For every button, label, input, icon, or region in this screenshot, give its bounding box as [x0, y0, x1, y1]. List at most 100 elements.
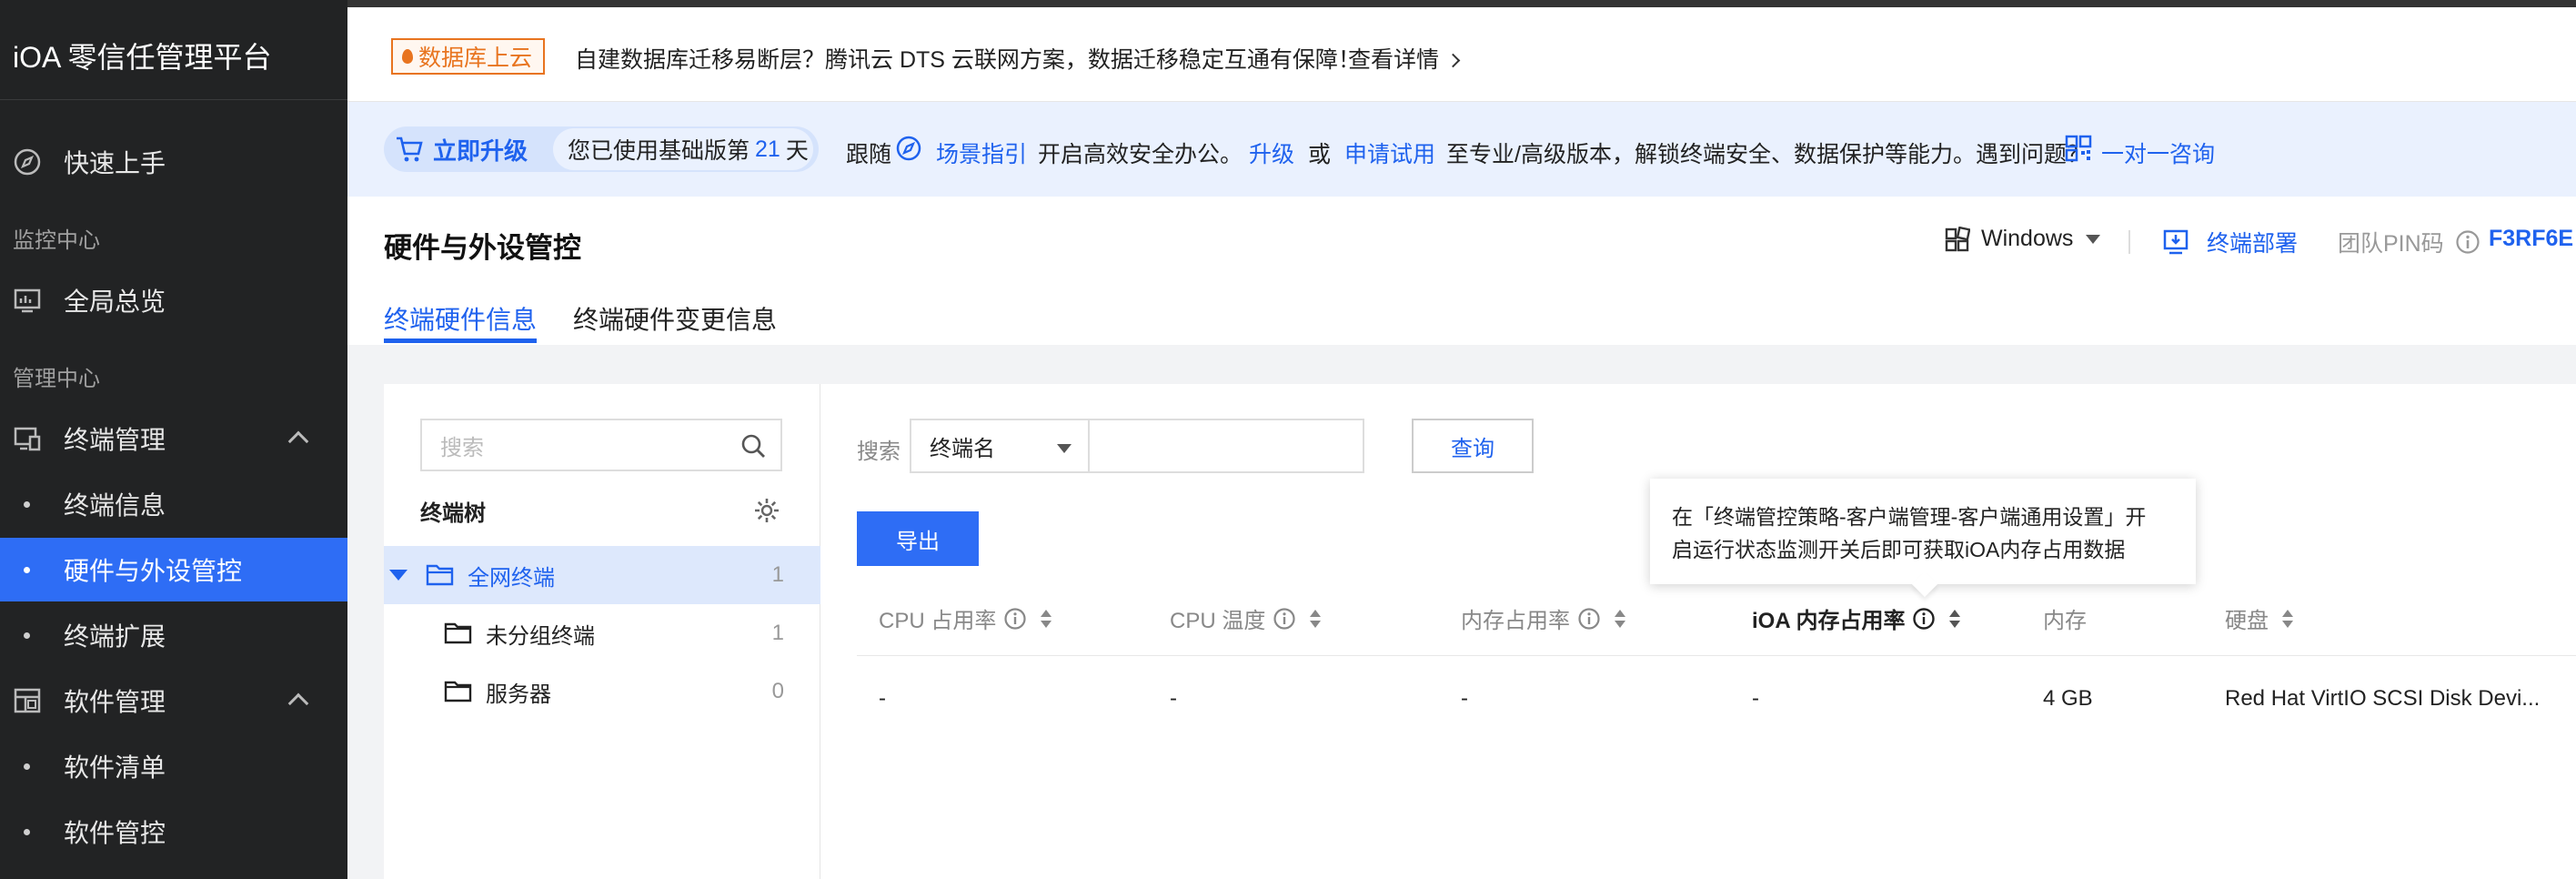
export-button[interactable]: 导出 — [857, 511, 979, 566]
chevron-right-icon — [1445, 53, 1461, 68]
col-header-label: CPU 温度 — [1170, 609, 1266, 633]
sidebar-item-software-mgmt[interactable]: 软件管理 — [0, 669, 347, 732]
sidebar-item-software-ctrl[interactable]: 软件管控 — [0, 800, 347, 864]
os-select-label: Windows — [1981, 226, 2074, 251]
usage-days-prefix: 您已使用基础版第 — [568, 138, 750, 164]
cell-disk: Red Hat VirtIO SCSI Disk Devi... — [2225, 686, 2541, 711]
query-button[interactable]: 查询 — [1412, 419, 1534, 473]
info-icon[interactable] — [1577, 607, 1601, 631]
usage-days-suffix: 天 — [785, 138, 809, 164]
tree-title: 终端树 — [420, 501, 486, 526]
sidebar-item-label: 终端扩展 — [64, 622, 166, 651]
tab-hardware-changes[interactable]: 终端硬件变更信息 — [573, 300, 777, 337]
cell-cpu-usage: - — [879, 686, 886, 711]
notice-text: 自建数据库迁移易断层？腾讯云 DTS 云联网方案，数据迁移稳定互通有保障！ — [575, 47, 1361, 73]
sidebar-item-software-list[interactable]: 软件清单 — [0, 734, 347, 798]
sidebar-group-monitor: 监控中心 — [13, 228, 100, 253]
sort-icon[interactable] — [1614, 609, 1626, 629]
banner-follow: 跟随 — [846, 142, 892, 167]
chevron-up-icon — [287, 430, 309, 452]
upgrade-button-label: 立即升级 — [433, 136, 528, 165]
gear-icon[interactable] — [753, 497, 780, 524]
sidebar-item-overview[interactable]: 全局总览 — [0, 268, 347, 332]
top-strip — [347, 0, 2576, 7]
team-pin-code: F3RF6E — [2489, 226, 2574, 251]
col-header-label: 内存 — [2043, 609, 2087, 633]
search-icon[interactable] — [740, 433, 766, 459]
col-header-label: CPU 占用率 — [879, 609, 997, 633]
trial-link[interactable]: 申请试用 — [1344, 136, 1435, 169]
sidebar-item-endpoint-info[interactable]: 终端信息 — [0, 472, 347, 536]
consult-link[interactable]: 一对一咨询 — [2101, 136, 2215, 169]
col-header-disk[interactable]: 硬盘 — [2225, 602, 2294, 634]
info-icon[interactable] — [1912, 607, 1936, 631]
tree-node-ungrouped[interactable]: 未分组终端 1 — [384, 604, 820, 662]
guide-link[interactable]: 场景指引 — [936, 136, 1027, 169]
sidebar-item-endpoint-mgmt[interactable]: 终端管理 — [0, 407, 347, 470]
sidebar-item-quickstart[interactable]: 快速上手 — [0, 130, 347, 194]
compass-icon — [13, 147, 42, 177]
caret-down-icon[interactable] — [389, 570, 408, 581]
deploy-button-label: 终端部署 — [2207, 231, 2299, 257]
hardware-table-panel: 搜索 终端名 查询 导出 CPU 占用率 CPU 温度 内存占用率 iOA 内存… — [820, 384, 2576, 879]
notice-detail-link[interactable]: 查看详情 — [1348, 42, 1461, 75]
deploy-button[interactable]: 终端部署 — [2163, 226, 2298, 258]
cell-memory: 4 GB — [2043, 686, 2093, 711]
cell-cpu-temp: - — [1170, 686, 1177, 711]
tree-node-label: 服务器 — [486, 682, 551, 707]
sidebar-item-hardware[interactable]: 硬件与外设管控 — [0, 538, 347, 601]
page-header: 硬件与外设管控 终端硬件信息 终端硬件变更信息 Windows 终端部署 团队P… — [347, 197, 2576, 345]
tree-node-count: 1 — [771, 562, 784, 587]
page-title: 硬件与外设管控 — [384, 232, 581, 264]
col-header-cpu-temp[interactable]: CPU 温度 — [1170, 602, 1322, 634]
col-header-cpu-usage[interactable]: CPU 占用率 — [879, 602, 1052, 634]
info-icon[interactable] — [2455, 229, 2480, 255]
info-icon[interactable] — [1273, 607, 1296, 631]
sidebar-group-manage: 管理中心 — [13, 367, 100, 391]
content-panel: 搜索 终端树 全网终端 1 未分组终端 1 服务器 0 搜索 终端名 查询 导出… — [384, 384, 2576, 879]
tree-node-servers[interactable]: 服务器 0 — [384, 662, 820, 721]
sort-icon[interactable] — [1948, 609, 1961, 629]
sidebar-item-label: 软件清单 — [64, 753, 166, 782]
upgrade-link[interactable]: 升级 — [1249, 136, 1294, 169]
sort-icon[interactable] — [1309, 609, 1322, 629]
bullet-dot — [24, 763, 30, 770]
col-header-memory-usage[interactable]: 内存占用率 — [1461, 602, 1626, 634]
ioa-memory-tooltip: 在「终端管控策略-客户端管理-客户端通用设置」开 启运行状态监测开关后即可获取i… — [1650, 479, 2196, 598]
sidebar-item-label: 软件管控 — [64, 819, 166, 847]
bullet-dot — [24, 500, 30, 508]
tree-node-count: 0 — [771, 679, 784, 703]
table-header-divider — [857, 655, 2576, 656]
tree-search-input[interactable]: 搜索 — [420, 419, 782, 471]
tab-underline — [384, 338, 537, 343]
os-select[interactable]: Windows — [1945, 226, 2101, 252]
sort-icon[interactable] — [2281, 609, 2294, 629]
col-header-ioa-memory[interactable]: iOA 内存占用率 — [1752, 602, 1961, 634]
notice-detail-label: 查看详情 — [1348, 47, 1440, 73]
search-input[interactable] — [1088, 419, 1364, 473]
folder-icon — [444, 622, 472, 644]
search-field-value: 终端名 — [930, 436, 995, 461]
promo-tag[interactable]: 数据库上云 — [391, 38, 546, 75]
app-title: iOA 零信任管理平台 — [13, 41, 272, 74]
search-label: 搜索 — [857, 440, 901, 464]
sort-icon[interactable] — [1040, 609, 1052, 629]
tooltip-line-2: 启运行状态监测开关后即可获取iOA内存占用数据 — [1672, 538, 2126, 561]
tree-node-all[interactable]: 全网终端 1 — [384, 546, 820, 604]
search-field-select[interactable]: 终端名 — [910, 419, 1090, 473]
tooltip-line-1: 在「终端管控策略-客户端管理-客户端通用设置」开 — [1672, 505, 2147, 529]
upgrade-button[interactable]: 立即升级 — [395, 126, 528, 172]
software-grid-icon — [13, 686, 42, 715]
banner-office: 开启高效安全办公。 — [1038, 142, 1243, 167]
tree-node-label: 未分组终端 — [486, 623, 595, 649]
sidebar-item-label: 终端信息 — [64, 491, 166, 520]
tree-node-count: 1 — [771, 621, 784, 645]
usage-days: 您已使用基础版第 21 天 — [553, 128, 813, 170]
compass-icon — [896, 136, 921, 161]
cell-ioa-memory: - — [1752, 686, 1759, 711]
sidebar: iOA 零信任管理平台 快速上手 监控中心 全局总览 管理中心 终端管理 终端信… — [0, 0, 347, 879]
info-icon[interactable] — [1003, 607, 1027, 631]
sidebar-item-endpoint-ext[interactable]: 终端扩展 — [0, 603, 347, 667]
tab-hardware-info[interactable]: 终端硬件信息 — [384, 300, 537, 337]
bullet-dot — [24, 828, 30, 835]
